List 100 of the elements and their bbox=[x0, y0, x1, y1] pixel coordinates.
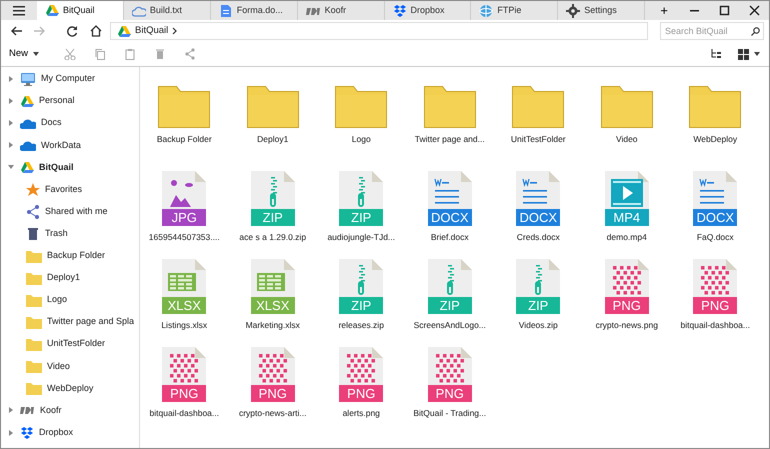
file-type-badge: ZIP bbox=[516, 297, 560, 314]
settings-icon bbox=[566, 4, 580, 18]
jpg-file-icon bbox=[162, 171, 206, 209]
forward-icon bbox=[34, 25, 46, 37]
sidebar-item[interactable]: My Computer bbox=[1, 68, 139, 90]
drive-icon bbox=[20, 160, 34, 174]
search-field[interactable]: Search BitQuail bbox=[660, 22, 764, 40]
file-type-badge: PNG bbox=[250, 385, 295, 402]
cloud-icon bbox=[132, 4, 146, 16]
file-name[interactable]: releases.zip bbox=[338, 319, 384, 332]
globe-icon bbox=[479, 4, 494, 18]
folder-icon bbox=[26, 381, 42, 396]
png-file-icon bbox=[339, 347, 384, 385]
sidebar-item[interactable]: WorkData bbox=[1, 134, 139, 156]
file-name[interactable]: audiojungle-TJd... bbox=[327, 231, 396, 244]
path-segment[interactable]: BitQuail bbox=[135, 24, 168, 38]
file-name[interactable]: 1659544507353.... bbox=[148, 231, 220, 244]
file-name[interactable]: ace s a 1.29.0.zip bbox=[239, 231, 306, 244]
file-name[interactable]: Twitter page and... bbox=[414, 133, 485, 146]
file-name[interactable]: BitQuail - Trading... bbox=[413, 407, 486, 420]
tab[interactable]: Build.txt bbox=[124, 1, 211, 20]
sidebar-item[interactable]: Docs bbox=[1, 112, 139, 134]
file-name[interactable]: Logo bbox=[352, 133, 371, 146]
tab[interactable]: Settings bbox=[558, 1, 646, 20]
tab[interactable]: Dropbox bbox=[384, 1, 472, 20]
folder-icon bbox=[26, 337, 42, 352]
share-icon bbox=[26, 204, 40, 219]
zip-file-icon bbox=[428, 259, 472, 297]
dropbox-icon bbox=[20, 426, 34, 440]
file-name[interactable]: FaQ.docx bbox=[696, 231, 734, 244]
file-name[interactable]: Backup Folder bbox=[156, 133, 212, 146]
sidebar-item[interactable]: Favorites bbox=[1, 178, 139, 201]
file-type-badge: DOCX bbox=[693, 209, 738, 226]
sidebar-item[interactable]: Logo bbox=[1, 288, 139, 312]
file-type-badge: ZIP bbox=[339, 209, 384, 226]
sidebar-item[interactable]: Backup Folder bbox=[1, 244, 139, 267]
file-name[interactable]: UnitTestFolder bbox=[510, 133, 566, 146]
sidebar-item[interactable]: WebDeploy bbox=[1, 377, 139, 400]
new-tab-button[interactable]: + bbox=[649, 1, 680, 20]
file-name[interactable]: Listings.xlsx bbox=[161, 319, 208, 332]
sidebar-item[interactable]: BitQuail bbox=[1, 156, 139, 178]
close-icon bbox=[748, 5, 760, 16]
folder-icon bbox=[335, 86, 388, 128]
sidebar-item[interactable]: Dropbox bbox=[1, 422, 139, 444]
new-button[interactable]: New bbox=[7, 46, 42, 62]
cloud-icon bbox=[20, 138, 36, 152]
folder-icon bbox=[600, 86, 653, 128]
sidebar-item[interactable]: Video bbox=[1, 355, 139, 378]
expand-icon bbox=[7, 406, 15, 414]
mp4-file-icon bbox=[604, 171, 649, 209]
tab[interactable]: Koofr bbox=[298, 1, 384, 20]
folder-icon bbox=[26, 315, 42, 330]
sidebar-item[interactable]: Personal bbox=[1, 90, 139, 112]
tab[interactable]: BitQuail bbox=[36, 1, 124, 20]
tab[interactable]: FTPie bbox=[471, 1, 558, 20]
png-file-icon bbox=[250, 347, 295, 385]
file-name[interactable]: crypto-news.png bbox=[596, 319, 658, 332]
chevron-icon bbox=[172, 27, 178, 35]
png-file-icon bbox=[428, 347, 472, 385]
file-name[interactable]: crypto-news-arti... bbox=[238, 407, 307, 420]
file-type-badge: PNG bbox=[428, 385, 472, 402]
expand-icon bbox=[7, 119, 15, 128]
file-name[interactable]: alerts.png bbox=[342, 407, 380, 420]
file-name[interactable]: WebDeploy bbox=[693, 133, 738, 146]
star-icon bbox=[26, 183, 40, 196]
sidebar-item[interactable]: UnitTestFolder bbox=[1, 333, 139, 356]
folder-icon bbox=[424, 86, 476, 128]
file-name[interactable]: Video bbox=[616, 133, 638, 146]
sidebar-item[interactable]: Deploy1 bbox=[1, 266, 139, 289]
file-name[interactable]: demo.mp4 bbox=[606, 231, 647, 244]
monitor-icon bbox=[20, 72, 36, 86]
tab[interactable]: Forma.do... bbox=[210, 1, 298, 20]
file-name[interactable]: Videos.zip bbox=[518, 319, 558, 332]
file-type-badge: PNG bbox=[339, 385, 384, 402]
file-type-badge: DOCX bbox=[516, 209, 560, 226]
sidebar-item[interactable]: Koofr bbox=[1, 399, 139, 422]
file-name[interactable]: Brief.docx bbox=[430, 231, 469, 244]
file-name[interactable]: ScreensAndLogo... bbox=[414, 319, 486, 332]
caret-icon bbox=[753, 50, 761, 58]
delete-icon bbox=[154, 48, 166, 60]
file-type-badge: ZIP bbox=[250, 209, 295, 226]
file-name[interactable]: bitquail-dashboa... bbox=[150, 407, 219, 420]
sidebar-item[interactable]: Twitter page and Spla bbox=[1, 311, 139, 334]
view-mode-button[interactable] bbox=[736, 48, 763, 60]
png-file-icon bbox=[693, 259, 738, 297]
copy-icon bbox=[94, 48, 106, 60]
file-name[interactable]: bitquail-dashboa... bbox=[680, 319, 750, 332]
png-file-icon bbox=[162, 347, 206, 385]
address-bar[interactable]: BitQuail bbox=[110, 22, 648, 40]
document-icon bbox=[218, 4, 233, 18]
expand-icon bbox=[7, 141, 15, 150]
png-file-icon bbox=[604, 259, 649, 297]
file-name[interactable]: Marketing.xlsx bbox=[246, 319, 300, 332]
file-name[interactable]: Deploy1 bbox=[257, 133, 288, 146]
sidebar-item[interactable]: Trash bbox=[1, 222, 139, 245]
file-type-badge: ZIP bbox=[428, 297, 472, 314]
menu-icon bbox=[12, 6, 25, 16]
file-name[interactable]: Creds.docx bbox=[516, 231, 560, 244]
sidebar-item[interactable]: Shared with me bbox=[1, 200, 139, 223]
expand-icon bbox=[7, 97, 15, 106]
